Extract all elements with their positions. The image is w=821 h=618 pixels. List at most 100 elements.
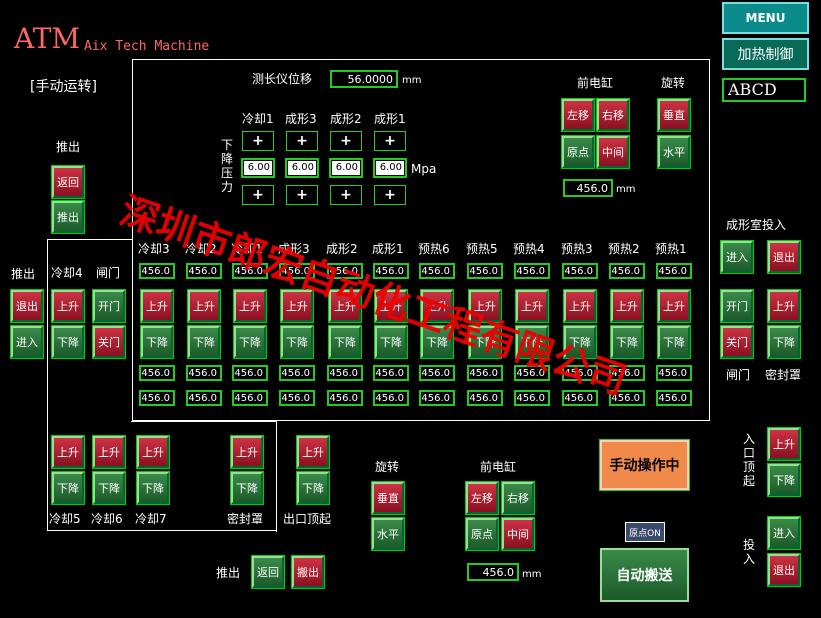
outlet-down-button[interactable]: 下降 bbox=[296, 471, 330, 505]
left-exit-button[interactable]: 退出 bbox=[10, 289, 44, 323]
inlet-up-button[interactable]: 上升 bbox=[767, 427, 801, 461]
rotate-vertical-button[interactable]: 垂直 bbox=[657, 98, 691, 132]
gate-close-button[interactable]: 关门 bbox=[92, 325, 126, 359]
press-value-0[interactable]: 6.00 bbox=[241, 158, 275, 178]
station-value-c-11[interactable]: 456.0 bbox=[656, 390, 692, 406]
station-value-b-11[interactable]: 456.0 bbox=[656, 365, 692, 381]
measure-value[interactable]: 56.0000 bbox=[330, 70, 398, 88]
front-left-button[interactable]: 左移 bbox=[561, 98, 595, 132]
station-value-a-10[interactable]: 456.0 bbox=[609, 263, 645, 279]
inlet-down-button[interactable]: 下降 bbox=[767, 463, 801, 497]
front2-left-button[interactable]: 左移 bbox=[465, 481, 499, 515]
station-value-c-3[interactable]: 456.0 bbox=[279, 390, 315, 406]
station-value-a-8[interactable]: 456.0 bbox=[514, 263, 550, 279]
station-value-c-8[interactable]: 456.0 bbox=[514, 390, 550, 406]
c7-up-button[interactable]: 上升 bbox=[136, 435, 170, 469]
push-left-back-button[interactable]: 返回 bbox=[51, 165, 85, 199]
right-seal-down-button[interactable]: 下降 bbox=[767, 325, 801, 359]
station-value-a-4[interactable]: 456.0 bbox=[327, 263, 363, 279]
station-down-button-4[interactable]: 下降 bbox=[328, 325, 362, 359]
station-value-c-4[interactable]: 456.0 bbox=[327, 390, 363, 406]
station-down-button-9[interactable]: 下降 bbox=[563, 325, 597, 359]
heat-control-button[interactable]: 加热制御 bbox=[722, 38, 809, 70]
station-value-a-11[interactable]: 456.0 bbox=[656, 263, 692, 279]
right-close-button[interactable]: 关门 bbox=[720, 325, 754, 359]
press-plus-top-1[interactable]: + bbox=[286, 131, 318, 151]
station-down-button-6[interactable]: 下降 bbox=[420, 325, 454, 359]
station-up-button-11[interactable]: 上升 bbox=[657, 289, 691, 323]
abcd-input[interactable]: ABCD bbox=[722, 78, 806, 102]
press-plus-bot-3[interactable]: + bbox=[374, 185, 406, 205]
station-value-b-6[interactable]: 456.0 bbox=[419, 365, 455, 381]
rotate-horizontal-button[interactable]: 水平 bbox=[657, 135, 691, 169]
station-up-button-3[interactable]: 上升 bbox=[280, 289, 314, 323]
press-value-1[interactable]: 6.00 bbox=[285, 158, 319, 178]
station-value-a-3[interactable]: 456.0 bbox=[279, 263, 315, 279]
press-value-2[interactable]: 6.00 bbox=[329, 158, 363, 178]
c6-up-button[interactable]: 上升 bbox=[92, 435, 126, 469]
c5-up-button[interactable]: 上升 bbox=[51, 435, 85, 469]
push-bottom-back-button[interactable]: 返回 bbox=[251, 555, 285, 589]
station-up-button-8[interactable]: 上升 bbox=[515, 289, 549, 323]
press-plus-top-0[interactable]: + bbox=[242, 131, 274, 151]
front2-right-button[interactable]: 右移 bbox=[501, 481, 535, 515]
station-value-c-7[interactable]: 456.0 bbox=[467, 390, 503, 406]
station-up-button-6[interactable]: 上升 bbox=[420, 289, 454, 323]
push-left-out-button[interactable]: 推出 bbox=[51, 200, 85, 234]
menu-button[interactable]: MENU bbox=[722, 2, 809, 34]
press-plus-top-3[interactable]: + bbox=[374, 131, 406, 151]
c4-up-button[interactable]: 上升 bbox=[51, 289, 85, 323]
station-value-c-10[interactable]: 456.0 bbox=[609, 390, 645, 406]
front-right-button[interactable]: 右移 bbox=[596, 98, 630, 132]
right-seal-up-button[interactable]: 上升 bbox=[767, 289, 801, 323]
station-value-b-10[interactable]: 456.0 bbox=[609, 365, 645, 381]
station-down-button-7[interactable]: 下降 bbox=[468, 325, 502, 359]
right-exit2-button[interactable]: 退出 bbox=[767, 553, 801, 587]
station-value-a-9[interactable]: 456.0 bbox=[562, 263, 598, 279]
station-down-button-8[interactable]: 下降 bbox=[515, 325, 549, 359]
right-enter-button[interactable]: 进入 bbox=[720, 240, 754, 274]
seal-up-button[interactable]: 上升 bbox=[230, 435, 264, 469]
station-value-b-7[interactable]: 456.0 bbox=[467, 365, 503, 381]
outlet-up-button[interactable]: 上升 bbox=[296, 435, 330, 469]
station-up-button-5[interactable]: 上升 bbox=[374, 289, 408, 323]
station-value-c-5[interactable]: 456.0 bbox=[373, 390, 409, 406]
press-value-3[interactable]: 6.00 bbox=[373, 158, 407, 178]
station-down-button-3[interactable]: 下降 bbox=[280, 325, 314, 359]
station-value-a-5[interactable]: 456.0 bbox=[373, 263, 409, 279]
press-plus-bot-1[interactable]: + bbox=[286, 185, 318, 205]
station-value-a-6[interactable]: 456.0 bbox=[419, 263, 455, 279]
seal-down-button[interactable]: 下降 bbox=[230, 471, 264, 505]
station-down-button-5[interactable]: 下降 bbox=[374, 325, 408, 359]
front2-value[interactable]: 456.0 bbox=[467, 563, 519, 581]
c5-down-button[interactable]: 下降 bbox=[51, 471, 85, 505]
gate-open-button[interactable]: 开门 bbox=[92, 289, 126, 323]
station-up-button-7[interactable]: 上升 bbox=[468, 289, 502, 323]
right-exit-button[interactable]: 退出 bbox=[767, 240, 801, 274]
manual-mode-indicator[interactable]: 手动操作中 bbox=[599, 439, 690, 491]
rot2-vertical-button[interactable]: 垂直 bbox=[371, 481, 405, 515]
station-value-c-9[interactable]: 456.0 bbox=[562, 390, 598, 406]
front-origin-button[interactable]: 原点 bbox=[561, 135, 595, 169]
origin-on-button[interactable]: 原点ON bbox=[625, 522, 665, 542]
c4-down-button[interactable]: 下降 bbox=[51, 325, 85, 359]
station-up-button-4[interactable]: 上升 bbox=[328, 289, 362, 323]
front2-middle-button[interactable]: 中间 bbox=[501, 517, 535, 551]
rot2-horizontal-button[interactable]: 水平 bbox=[371, 517, 405, 551]
front2-origin-button[interactable]: 原点 bbox=[465, 517, 499, 551]
press-plus-bot-2[interactable]: + bbox=[330, 185, 362, 205]
press-plus-bot-0[interactable]: + bbox=[242, 185, 274, 205]
station-down-button-11[interactable]: 下降 bbox=[657, 325, 691, 359]
station-value-b-9[interactable]: 456.0 bbox=[562, 365, 598, 381]
station-value-c-6[interactable]: 456.0 bbox=[419, 390, 455, 406]
right-open-button[interactable]: 开门 bbox=[720, 289, 754, 323]
front-middle-button[interactable]: 中间 bbox=[596, 135, 630, 169]
c7-down-button[interactable]: 下降 bbox=[136, 471, 170, 505]
c6-down-button[interactable]: 下降 bbox=[92, 471, 126, 505]
auto-transport-button[interactable]: 自动搬送 bbox=[600, 548, 689, 602]
right-enter2-button[interactable]: 进入 bbox=[767, 516, 801, 550]
station-up-button-9[interactable]: 上升 bbox=[563, 289, 597, 323]
left-enter-button[interactable]: 进入 bbox=[10, 325, 44, 359]
station-value-a-7[interactable]: 456.0 bbox=[467, 263, 503, 279]
station-value-b-8[interactable]: 456.0 bbox=[514, 365, 550, 381]
